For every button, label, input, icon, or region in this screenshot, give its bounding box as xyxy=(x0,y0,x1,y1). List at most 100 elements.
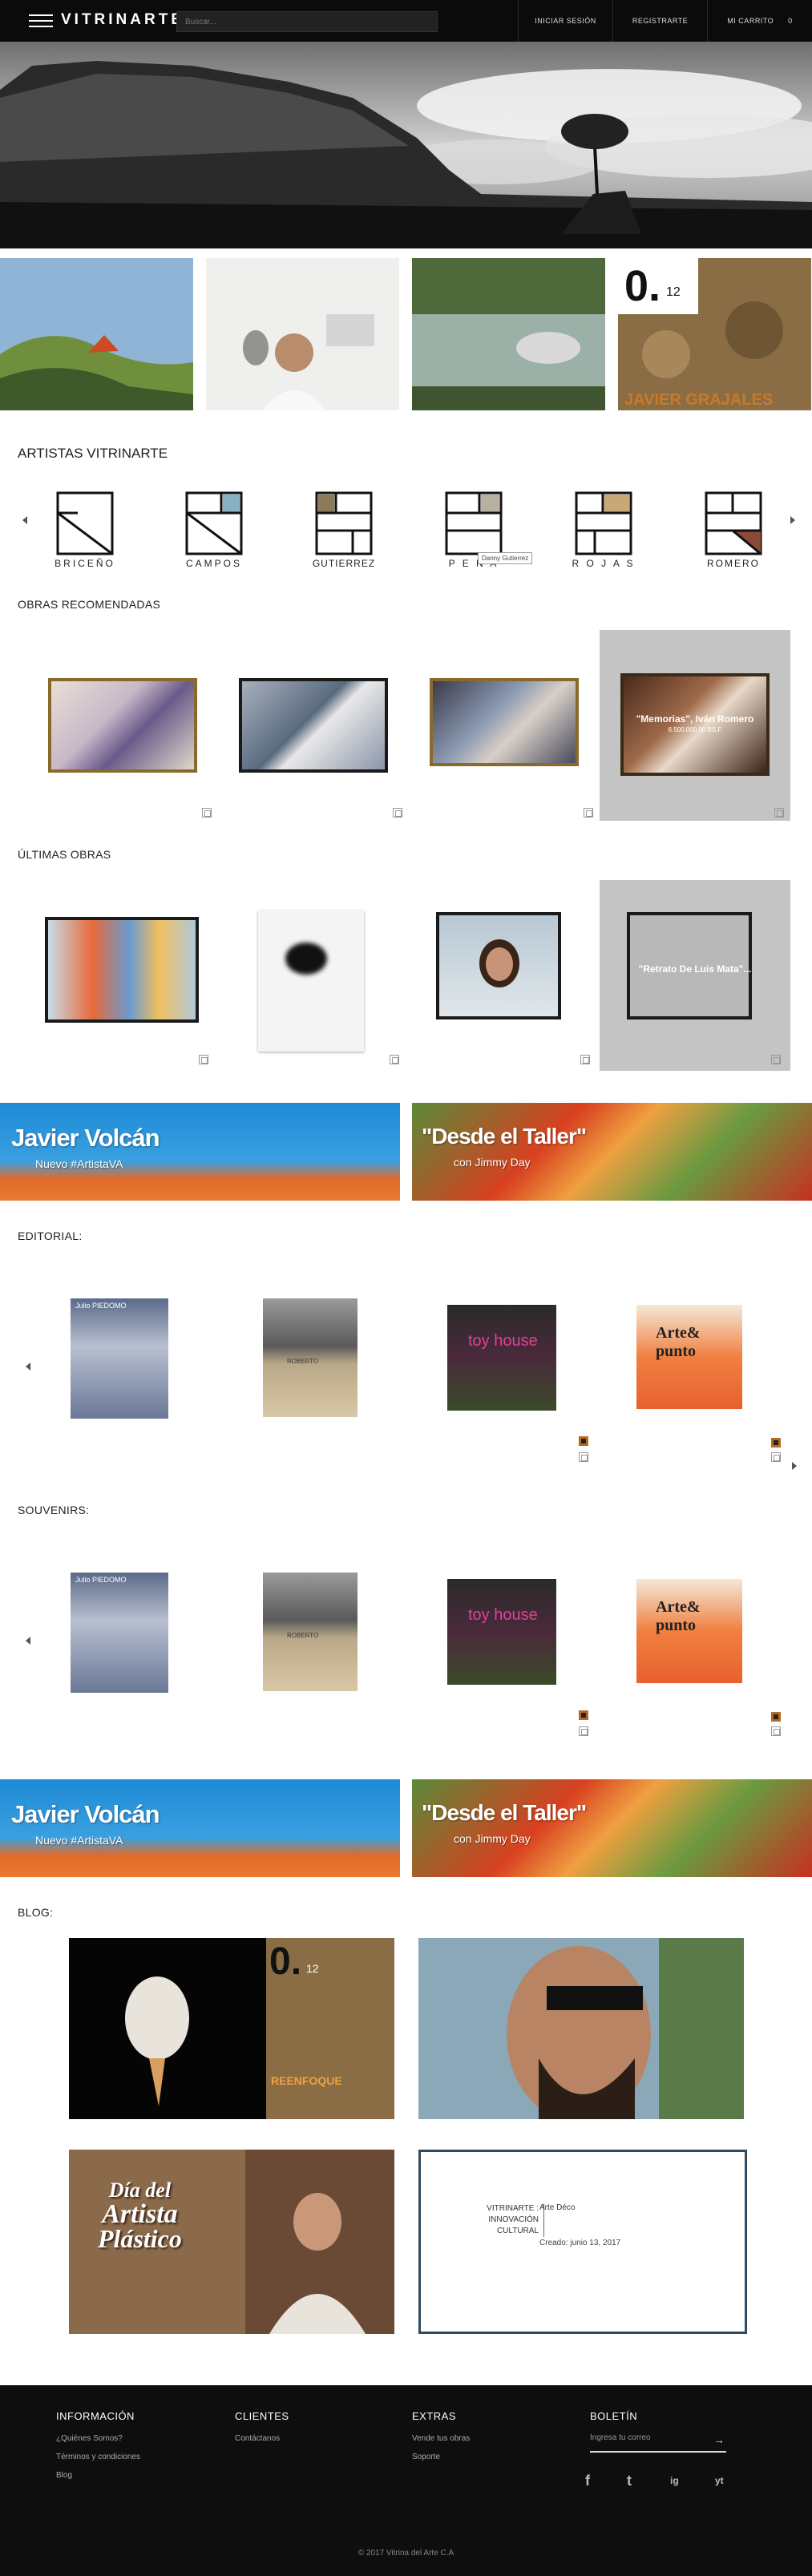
artwork-card[interactable] xyxy=(27,630,218,821)
artists-next-arrow[interactable] xyxy=(790,516,795,524)
newsletter-input[interactable]: Ingresa tu correo xyxy=(590,2425,726,2453)
artist-item-rojas[interactable]: R O J A S xyxy=(560,491,648,569)
book-cover[interactable]: Julio PIEDOMO xyxy=(71,1298,168,1419)
promo-tile-river[interactable] xyxy=(412,258,605,410)
banner-desde-el-taller[interactable]: "Desde el Taller" con Jimmy Day xyxy=(412,1103,812,1201)
book-cover[interactable]: ROBERTO xyxy=(263,1298,358,1417)
search-input[interactable] xyxy=(176,11,438,32)
footer-link-terms[interactable]: Términos y condiciones xyxy=(56,2453,140,2461)
artwork-card[interactable] xyxy=(409,630,600,821)
banner-desde-el-taller[interactable]: "Desde el Taller" con Jimmy Day xyxy=(412,1779,812,1877)
magazine-artist-name: JAVIER GRAJALES xyxy=(624,391,774,409)
book-title: Arte& punto xyxy=(656,1324,701,1360)
hero-banner[interactable] xyxy=(0,42,812,248)
artist-item-romero[interactable]: ROMERO xyxy=(689,491,778,569)
blog-post-arte-deco[interactable]: VITRINARTE : INNOVACIÓN CULTURAL Arte Dé… xyxy=(418,2150,747,2334)
artist-item-campos[interactable]: CAMPOS xyxy=(170,491,258,569)
artist-tooltip: Danny Gutierrez xyxy=(478,552,533,564)
blog-post-line: Artista xyxy=(102,2199,178,2229)
artist-item-gutierrez[interactable]: GUTIERREZ xyxy=(300,491,388,569)
banner-title: "Desde el Taller" xyxy=(422,1124,587,1149)
footer-link-blog[interactable]: Blog xyxy=(56,2471,72,2480)
facebook-icon[interactable]: f xyxy=(585,2473,590,2489)
zoom-icon[interactable] xyxy=(393,808,402,818)
cart-count: 0 xyxy=(788,17,793,25)
register-label: REGISTRARTE xyxy=(632,17,689,25)
book-title: ROBERTO xyxy=(287,1358,319,1365)
zoom-icon[interactable] xyxy=(771,1452,781,1462)
register-link[interactable]: REGISTRARTE xyxy=(612,0,707,42)
blog-card-title: Arte Déco xyxy=(539,2203,576,2212)
book-cover[interactable]: Arte& punto xyxy=(636,1305,742,1409)
footer-extras-title: EXTRAS xyxy=(412,2410,457,2422)
menu-icon[interactable] xyxy=(29,14,53,27)
artist-item-briceno[interactable]: BRICEÑO xyxy=(41,491,129,569)
youtube-icon[interactable]: yt xyxy=(715,2475,724,2486)
zoom-icon[interactable] xyxy=(774,808,784,818)
top-nav-bar: VITRINARTE INICIAR SESIÓN REGISTRARTE MI… xyxy=(0,0,812,42)
footer-link-sell[interactable]: Vende tus obras xyxy=(412,2434,470,2443)
zoom-icon[interactable] xyxy=(390,1055,399,1064)
login-link[interactable]: INICIAR SESIÓN xyxy=(518,0,612,42)
artwork-price: 6.500.000,00 BS.F xyxy=(668,726,722,733)
footer-link-support[interactable]: Soporte xyxy=(412,2453,440,2461)
souvenir-item[interactable]: Arte& punto xyxy=(636,1579,742,1683)
editorial-next-arrow[interactable] xyxy=(792,1462,797,1470)
souvenirs-prev-arrow[interactable] xyxy=(26,1637,30,1645)
promo-tile-landscape[interactable] xyxy=(0,258,193,410)
zoom-icon[interactable] xyxy=(579,1726,588,1736)
artist-name: ROMERO xyxy=(707,558,760,569)
cart-add-icon[interactable] xyxy=(579,1436,588,1446)
blog-post-reenfoque[interactable]: 0. 12 REENFOQUE xyxy=(69,1938,394,2119)
zoom-icon[interactable] xyxy=(199,1055,208,1064)
editorial-prev-arrow[interactable] xyxy=(26,1363,30,1371)
login-label: INICIAR SESIÓN xyxy=(535,17,596,25)
cart-link[interactable]: MI CARRITO 0 xyxy=(707,0,812,42)
artist-name: R O J A S xyxy=(572,558,636,569)
footer-link-contact[interactable]: Contáctanos xyxy=(235,2434,280,2443)
hero-landscape-image xyxy=(0,42,812,248)
newsletter-submit-arrow-icon[interactable]: → xyxy=(713,2433,725,2446)
artist-portrait-image xyxy=(206,258,399,410)
river-landscape-image xyxy=(412,258,605,410)
artwork-card[interactable] xyxy=(218,630,409,821)
blog-post-dia-del-artista[interactable]: Día del Artista Plástico xyxy=(69,2150,394,2334)
artists-prev-arrow[interactable] xyxy=(22,516,27,524)
artist-logo-icon xyxy=(56,491,114,555)
promo-tile-artist[interactable] xyxy=(206,258,399,410)
zoom-icon[interactable] xyxy=(580,1055,590,1064)
twitter-icon[interactable]: t xyxy=(627,2473,632,2489)
zoom-icon[interactable] xyxy=(584,808,593,818)
artwork-card-hover[interactable]: "Retrato De Luis Mata"... xyxy=(600,880,790,1071)
instagram-icon[interactable]: ig xyxy=(670,2475,679,2486)
zoom-icon[interactable] xyxy=(579,1452,588,1462)
banner-javier-volcan[interactable]: Javier Volcán Nuevo #ArtistaVA xyxy=(0,1779,400,1877)
zoom-icon[interactable] xyxy=(202,808,212,818)
artist-logo-icon xyxy=(705,491,762,555)
banner-subtitle: con Jimmy Day xyxy=(454,1156,531,1169)
artist-logo-icon xyxy=(575,491,632,555)
footer-info-title: INFORMACIÓN xyxy=(56,2410,135,2422)
zoom-icon[interactable] xyxy=(771,1055,781,1064)
artist-logo-icon xyxy=(445,491,503,555)
artwork-card-hover[interactable]: "Memorias", Iván Romero 6.500.000,00 BS.… xyxy=(600,630,790,821)
souvenir-item[interactable]: toy house xyxy=(447,1579,556,1685)
artwork-card[interactable] xyxy=(218,880,409,1071)
artwork-caption: "Memorias", Iván Romero 6.500.000,00 BS.… xyxy=(624,713,766,733)
zoom-icon[interactable] xyxy=(771,1726,781,1736)
cart-add-icon[interactable] xyxy=(771,1712,781,1722)
book-cover[interactable]: toy house xyxy=(447,1305,556,1411)
promo-tile-magazine[interactable]: 0. 12 JAVIER GRAJALES xyxy=(618,258,811,410)
souvenir-item[interactable]: Julio PIEDOMO xyxy=(71,1573,168,1693)
cart-add-icon[interactable] xyxy=(579,1710,588,1720)
newsletter-placeholder: Ingresa tu correo xyxy=(590,2433,651,2442)
site-logo[interactable]: VITRINARTE xyxy=(61,11,184,29)
artwork-card[interactable] xyxy=(409,880,600,1071)
souvenir-item[interactable]: ROBERTO xyxy=(263,1573,358,1691)
artwork-card[interactable] xyxy=(27,880,218,1071)
cart-add-icon[interactable] xyxy=(771,1438,781,1447)
banner-javier-volcan[interactable]: Javier Volcán Nuevo #ArtistaVA xyxy=(0,1103,400,1201)
blog-post-portrait[interactable] xyxy=(418,1938,744,2119)
artwork-image xyxy=(45,917,199,1023)
footer-link-about[interactable]: ¿Quiénes Somos? xyxy=(56,2434,123,2443)
